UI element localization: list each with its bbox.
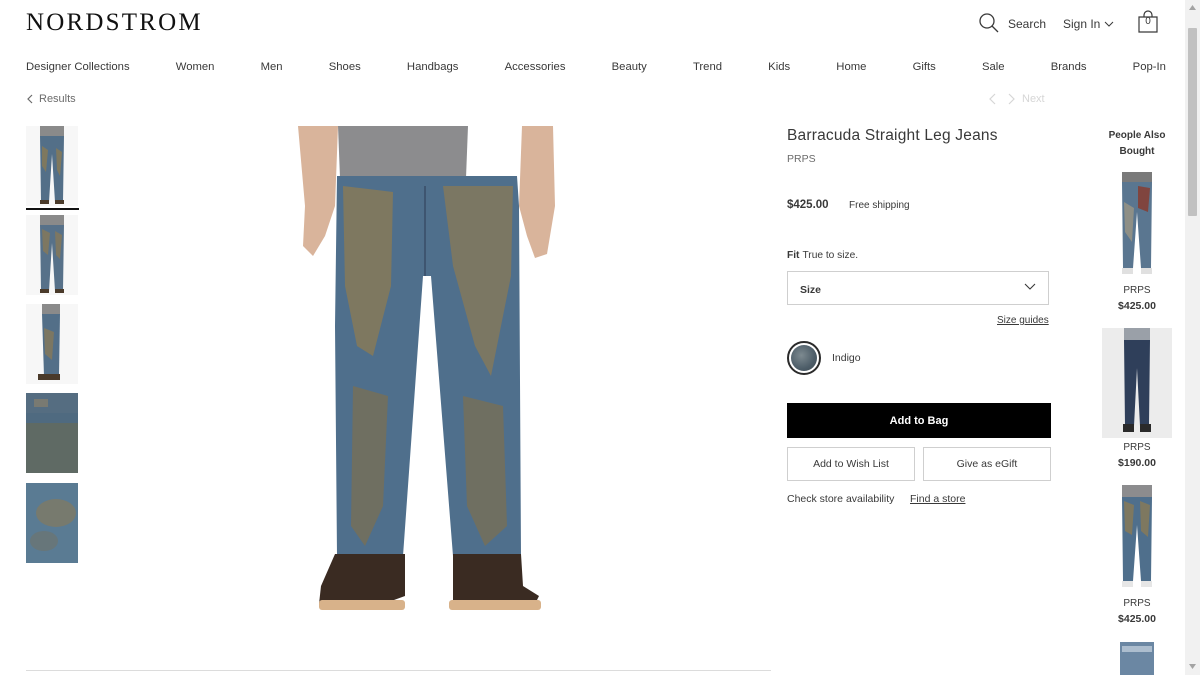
- nav-item-women[interactable]: Women: [176, 61, 215, 73]
- add-to-wish-list-button[interactable]: Add to Wish List: [787, 447, 915, 481]
- nav-item-pop-in[interactable]: Pop-In: [1133, 61, 1166, 73]
- nav-item-home[interactable]: Home: [836, 61, 866, 73]
- sign-in-menu[interactable]: Sign In: [1063, 17, 1114, 31]
- main-nav: Designer Collections Women Men Shoes Han…: [26, 61, 1166, 73]
- find-a-store-link[interactable]: Find a store: [910, 493, 965, 505]
- search-icon[interactable]: [978, 12, 1000, 34]
- nordstrom-logo[interactable]: NORDSTROM: [26, 9, 203, 37]
- product-title: Barracuda Straight Leg Jeans: [787, 127, 998, 144]
- product-brand[interactable]: PRPS: [787, 153, 816, 165]
- content-divider: [26, 670, 771, 671]
- size-dropdown[interactable]: [787, 271, 1049, 305]
- give-as-egift-button[interactable]: Give as eGift: [923, 447, 1051, 481]
- main-product-image[interactable]: [253, 126, 607, 644]
- recommended-product-image[interactable]: [1108, 642, 1166, 675]
- bag-count: 0: [1145, 16, 1151, 27]
- thumbnail-front[interactable]: [26, 126, 78, 206]
- recommended-product-price: $425.00: [1118, 613, 1156, 625]
- recommended-product-image[interactable]: [1108, 485, 1166, 595]
- previous-arrow-icon[interactable]: [988, 93, 996, 105]
- recommended-product-image[interactable]: [1102, 328, 1172, 438]
- recommended-product-image[interactable]: [1108, 172, 1166, 282]
- next-label: Next: [1022, 93, 1045, 105]
- recommended-product-brand[interactable]: PRPS: [1101, 598, 1173, 609]
- scrollbar-thumb[interactable]: [1188, 28, 1197, 216]
- recommended-product-brand[interactable]: PRPS: [1101, 285, 1173, 296]
- nav-item-sale[interactable]: Sale: [982, 61, 1005, 73]
- nav-item-brands[interactable]: Brands: [1051, 61, 1087, 73]
- scroll-down-arrow-icon[interactable]: [1187, 661, 1198, 671]
- size-dropdown-label: Size: [800, 284, 822, 296]
- nav-item-men[interactable]: Men: [261, 61, 283, 73]
- nav-item-shoes[interactable]: Shoes: [329, 61, 361, 73]
- thumbnail-pocket-detail[interactable]: [26, 393, 78, 473]
- thumbnail-selected-indicator: [26, 208, 79, 210]
- chevron-left-icon: [27, 94, 33, 104]
- fit-label: Fit: [787, 250, 800, 261]
- results-label: Results: [39, 93, 76, 105]
- nav-item-kids[interactable]: Kids: [768, 61, 790, 73]
- selected-color-label: Indigo: [832, 352, 861, 364]
- sign-in-label: Sign In: [1063, 17, 1101, 31]
- recommended-product-price: $425.00: [1118, 300, 1156, 312]
- fit-info: Fit True to size.: [787, 250, 858, 261]
- next-arrow-icon: [1008, 93, 1015, 105]
- store-availability-label: Check store availability: [787, 493, 895, 505]
- size-guides-link[interactable]: Size guides: [997, 315, 1049, 326]
- nav-item-trend[interactable]: Trend: [693, 61, 722, 73]
- recommended-product-brand[interactable]: PRPS: [1101, 442, 1173, 453]
- people-also-bought-title: People Also Bought: [1108, 130, 1166, 157]
- back-to-results-link[interactable]: Results: [26, 93, 76, 105]
- nav-item-gifts[interactable]: Gifts: [913, 61, 936, 73]
- thumbnail-fabric-detail[interactable]: [26, 483, 78, 563]
- chevron-down-icon: [1024, 283, 1036, 290]
- thumbnail-side[interactable]: [26, 304, 78, 384]
- recommended-product-price: $190.00: [1118, 457, 1156, 469]
- nav-item-beauty[interactable]: Beauty: [612, 61, 647, 73]
- fit-value: True to size.: [802, 250, 859, 261]
- thumbnail-back[interactable]: [26, 215, 78, 295]
- product-price: $425.00: [787, 199, 829, 211]
- nav-item-accessories[interactable]: Accessories: [505, 61, 566, 73]
- scroll-up-arrow-icon[interactable]: [1187, 3, 1198, 13]
- prev-next-nav: Next: [988, 93, 1045, 105]
- add-to-bag-button[interactable]: Add to Bag: [787, 403, 1051, 438]
- color-swatch-indigo[interactable]: [787, 341, 821, 375]
- nav-item-handbags[interactable]: Handbags: [407, 61, 459, 73]
- search-link[interactable]: Search: [1008, 17, 1046, 31]
- nav-item-designer-collections[interactable]: Designer Collections: [26, 61, 130, 73]
- chevron-down-icon: [1105, 21, 1114, 27]
- next-link[interactable]: Next: [1008, 93, 1045, 105]
- shipping-info: Free shipping: [849, 200, 910, 211]
